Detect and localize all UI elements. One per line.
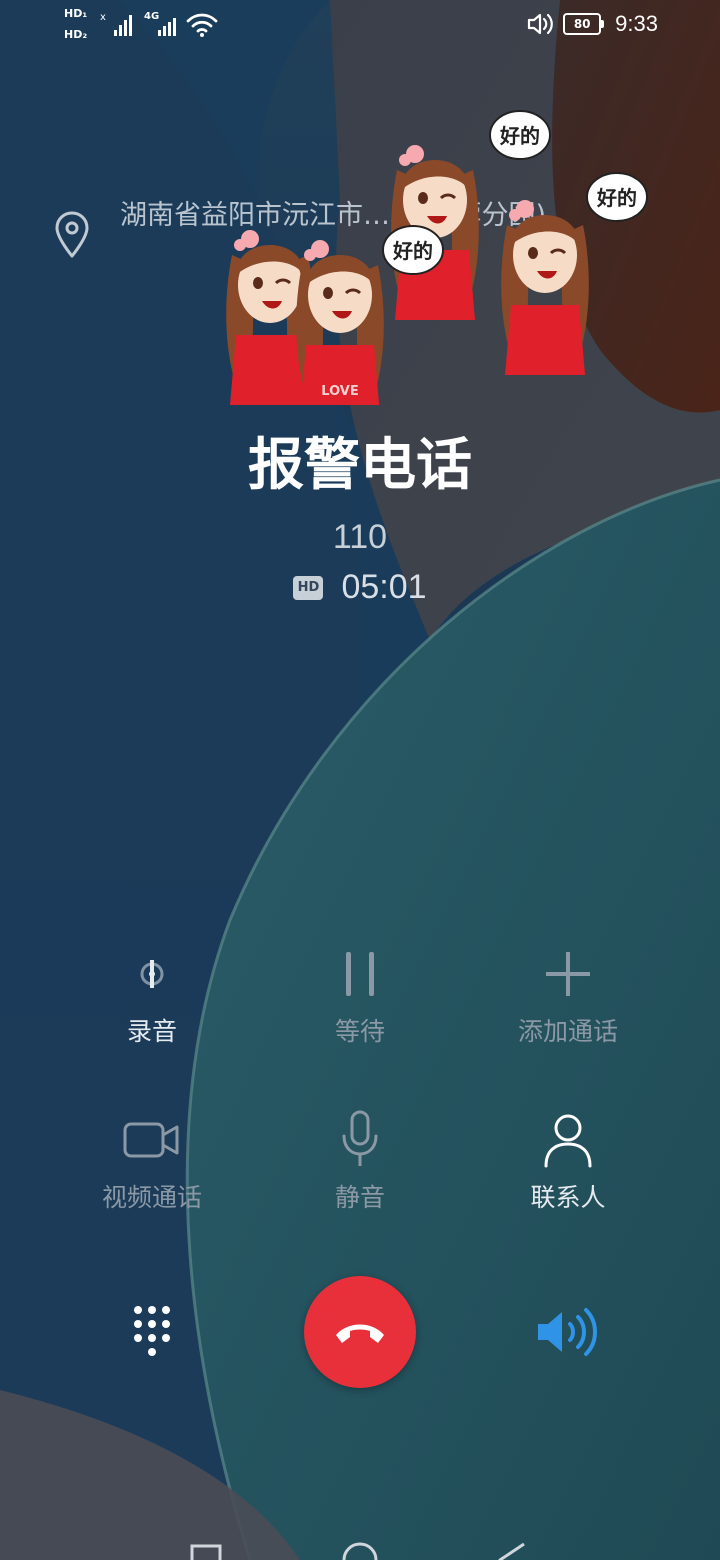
sticker-overlay: 好的 好的 好的 LOVE [224, 110, 648, 405]
record-icon [140, 960, 164, 988]
sticker-speech-2: 好的 [596, 186, 637, 210]
volume-icon [528, 13, 554, 35]
clock: 9:33 [615, 11, 658, 36]
recents-nav-icon[interactable] [190, 1544, 222, 1560]
home-nav-icon[interactable] [342, 1542, 378, 1560]
caller-name: 报警电话 [248, 433, 472, 498]
status-bar: HD₁ HD₂ x 4G 80 9:33 [0, 0, 720, 48]
call-duration: 05:01 [341, 568, 427, 606]
contacts-label: 联系人 [530, 1183, 606, 1212]
video-call-label: 视频通话 [101, 1183, 202, 1212]
status-left-group: HD₁ HD₂ x 4G [62, 6, 232, 42]
sticker-shirt-text: LOVE [321, 384, 358, 399]
status-right-group: 80 9:33 [527, 8, 658, 40]
pause-icon [346, 952, 374, 996]
record-label: 录音 [126, 1017, 177, 1046]
hold-button[interactable]: 等待 [260, 944, 460, 1048]
hang-up-icon [336, 1324, 384, 1343]
speaker-icon[interactable] [532, 1304, 604, 1360]
record-button[interactable]: 录音 [52, 944, 252, 1048]
in-call-screen: HD₁ HD₂ x 4G 80 9:33 湖南省益阳市沅江市…心(芙蓉分园) 好… [0, 0, 720, 1560]
svg-text:x: x [100, 12, 106, 23]
hd-voice-badge: HD [293, 575, 324, 600]
add-call-button[interactable]: 添加通话 [468, 944, 668, 1048]
back-nav-icon[interactable] [498, 1542, 525, 1560]
location-pin-icon [55, 211, 89, 258]
contacts-button[interactable]: 联系人 [468, 1110, 668, 1214]
call-status-row: HD 05:01 [0, 568, 720, 607]
sticker-speech-3: 好的 [392, 239, 433, 263]
mute-label: 静音 [334, 1183, 385, 1212]
wifi-icon [186, 13, 218, 37]
microphone-icon [342, 1110, 378, 1166]
add-call-label: 添加通话 [517, 1017, 618, 1046]
signal-sim2-icon [158, 18, 176, 36]
mute-button[interactable]: 静音 [260, 1110, 460, 1214]
video-call-button[interactable]: 视频通话 [52, 1110, 252, 1214]
sim1-hd-indicator: HD₁ [64, 7, 88, 20]
sticker-speech-1: 好的 [499, 124, 540, 148]
person-icon [544, 1114, 592, 1168]
navigation-bar [190, 1542, 525, 1560]
video-camera-icon [123, 1122, 179, 1158]
end-call-button[interactable] [304, 1276, 416, 1388]
sim2-hd-indicator: HD₂ [64, 28, 88, 41]
caller-number: 110 [332, 518, 388, 556]
dialpad-icon[interactable] [120, 1300, 184, 1364]
signal-sim1-icon: x [100, 12, 132, 36]
battery-indicator: 80 [563, 13, 605, 35]
plus-icon [546, 952, 590, 996]
hold-label: 等待 [334, 1017, 385, 1046]
